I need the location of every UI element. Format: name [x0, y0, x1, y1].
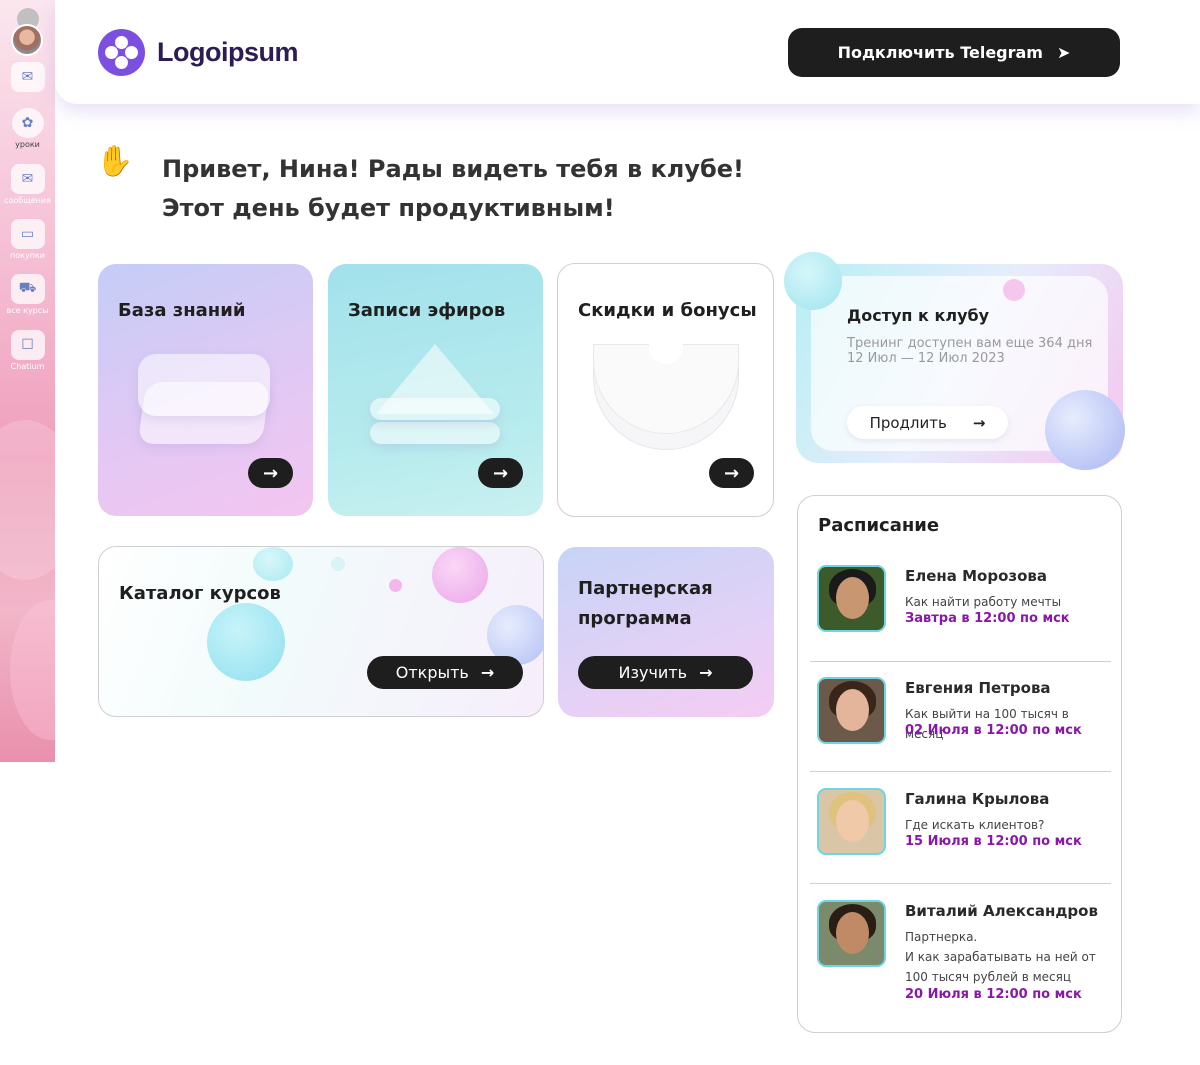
card-title: База знаний — [118, 300, 246, 321]
decorative-bubble — [1045, 390, 1125, 470]
sidebar-petal-decoration — [0, 420, 55, 580]
logo-text: Logoipsum — [157, 37, 298, 67]
greeting-line-1: Привет, Нина! Рады видеть тебя в клубе! — [162, 155, 744, 183]
arrow-right-icon[interactable]: → — [478, 458, 523, 488]
arrow-right-icon: → — [480, 663, 495, 682]
telegram-plane-icon: ➤ — [1056, 43, 1071, 62]
sidebar-item-chat[interactable]: ✉ — [0, 62, 55, 92]
session-description-line: Как найти работу мечты — [905, 595, 1062, 609]
session-description-line: Партнерка. — [905, 930, 978, 944]
layers-icon-top — [138, 354, 270, 416]
schedule-title: Расписание — [818, 515, 940, 536]
sidebar-item-all-courses[interactable]: ⛟ все курсы — [0, 274, 55, 315]
arrow-right-icon: → — [699, 663, 713, 682]
speaker-photo — [817, 677, 886, 744]
schedule-panel: Расписание Елена Морозова Как найти рабо… — [797, 495, 1122, 1033]
decorative-bubble — [432, 547, 488, 603]
session-time: 02 Июля в 12:00 по мск — [905, 723, 1082, 738]
greeting-line-2: Этот день будет продуктивным! — [162, 194, 615, 222]
sidebar-item-messages[interactable]: ✉ сообщения — [0, 164, 55, 205]
waving-hand-icon: ✋ — [96, 144, 134, 179]
session-description-line: Где искать клиентов? — [905, 818, 1045, 832]
recordings-card[interactable]: Записи эфиров → — [328, 264, 543, 516]
greeting: Привет, Нина! Рады видеть тебя в клубе! … — [162, 150, 744, 228]
partner-program-card[interactable]: Партнерская программа Изучить → — [558, 547, 774, 717]
decorative-bubble — [1003, 279, 1025, 301]
session-description-line: И как зарабатывать на ней от — [905, 950, 1096, 964]
flower-icon: ✿ — [11, 108, 44, 138]
discounts-card[interactable]: Скидки и бонусы → — [557, 263, 774, 517]
knowledge-base-card[interactable]: База знаний → — [98, 264, 313, 516]
schedule-item[interactable]: Виталий Александров Партнерка. И как зар… — [810, 900, 1111, 1020]
connect-telegram-label: Подключить Telegram — [837, 43, 1043, 62]
card-title: Скидки и бонусы — [578, 300, 757, 321]
course-catalog-card[interactable]: Каталог курсов Открыть → — [98, 546, 544, 717]
card-icon: ▭ — [10, 219, 45, 249]
club-access-title: Доступ к клубу — [847, 306, 990, 325]
sidebar-item-purchases[interactable]: ▭ покупки — [0, 219, 55, 260]
speaker-name: Виталий Александров — [905, 902, 1098, 920]
club-access-subtitle: Тренинг доступен вам еще 364 дня 12 Июл … — [847, 336, 1092, 366]
sidebar-item-label: Chatium — [10, 362, 45, 371]
open-catalog-button[interactable]: Открыть → — [367, 656, 523, 689]
logo-icon — [98, 29, 145, 76]
decorative-bubble — [331, 557, 345, 571]
session-time: 15 Июля в 12:00 по мск — [905, 834, 1082, 849]
cart-icon: ⛟ — [10, 274, 45, 304]
sidebar-item-label: покупки — [10, 251, 45, 260]
chat-bubble-icon: ✉ — [10, 62, 45, 92]
sidebar-petal-decoration — [10, 600, 55, 740]
card-title-line-1: Партнерская — [578, 578, 713, 599]
speaker-photo — [817, 565, 886, 632]
header: Logoipsum Подключить Telegram ➤ — [55, 0, 1200, 104]
explore-partner-label: Изучить — [618, 663, 688, 682]
speaker-name: Евгения Петрова — [905, 679, 1051, 697]
decorative-bubble — [253, 547, 293, 581]
user-avatar[interactable] — [11, 24, 43, 56]
club-access-card: Доступ к клубу Тренинг доступен вам еще … — [784, 252, 1125, 470]
decorative-bubble — [784, 252, 842, 310]
session-description-line: 100 тысяч рублей в месяц — [905, 970, 1071, 984]
card-title: Записи эфиров — [348, 300, 506, 321]
phone-icon: ☐ — [10, 330, 45, 360]
connect-telegram-button[interactable]: Подключить Telegram ➤ — [788, 28, 1120, 77]
logo[interactable]: Logoipsum — [98, 29, 298, 76]
envelope-hands-icon: ✉ — [10, 164, 45, 194]
sidebar-item-label: все курсы — [6, 306, 49, 315]
session-time: Завтра в 12:00 по мск — [905, 611, 1070, 626]
card-title: Партнерская программа — [578, 574, 713, 634]
explore-partner-button[interactable]: Изучить → — [578, 656, 753, 689]
session-time: 20 Июля в 12:00 по мск — [905, 987, 1082, 1002]
speaker-name: Галина Крылова — [905, 790, 1050, 808]
speaker-photo — [817, 900, 886, 967]
open-catalog-label: Открыть — [395, 663, 469, 682]
decorative-bubble — [389, 579, 402, 592]
arrow-right-icon: → — [972, 413, 986, 432]
sidebar: ✉ ✿ уроки ✉ сообщения ▭ покупки ⛟ все ку… — [0, 0, 55, 762]
speaker-photo — [817, 788, 886, 855]
session-description: Где искать клиентов? — [905, 815, 1110, 835]
card-title: Каталог курсов — [119, 583, 281, 604]
sidebar-item-label: сообщения — [4, 196, 51, 205]
club-access-dates: 12 Июл — 12 Июл 2023 — [847, 351, 1005, 366]
session-description: Как найти работу мечты — [905, 592, 1110, 612]
extend-access-button[interactable]: Продлить → — [847, 406, 1008, 439]
arrow-right-icon[interactable]: → — [709, 458, 754, 488]
extend-access-label: Продлить — [869, 413, 947, 432]
speaker-name: Елена Морозова — [905, 567, 1048, 585]
schedule-item[interactable]: Галина Крылова Где искать клиентов? 15 И… — [810, 788, 1111, 884]
schedule-item[interactable]: Евгения Петрова Как выйти на 100 тысяч в… — [810, 677, 1111, 772]
card-title-line-2: программа — [578, 608, 692, 629]
decorative-bubble — [207, 603, 285, 681]
schedule-item[interactable]: Елена Морозова Как найти работу мечты За… — [810, 565, 1111, 662]
sidebar-item-chatium[interactable]: ☐ Chatium — [0, 330, 55, 371]
club-access-remaining: Тренинг доступен вам еще 364 дня — [847, 336, 1093, 351]
stack-bar-icon — [370, 422, 500, 444]
arrow-right-icon[interactable]: → — [248, 458, 293, 488]
sidebar-item-lessons[interactable]: ✿ уроки — [0, 108, 55, 149]
triangle-icon — [376, 344, 494, 414]
session-description: Партнерка. И как зарабатывать на ней от … — [905, 927, 1110, 987]
sidebar-item-label: уроки — [15, 140, 40, 149]
